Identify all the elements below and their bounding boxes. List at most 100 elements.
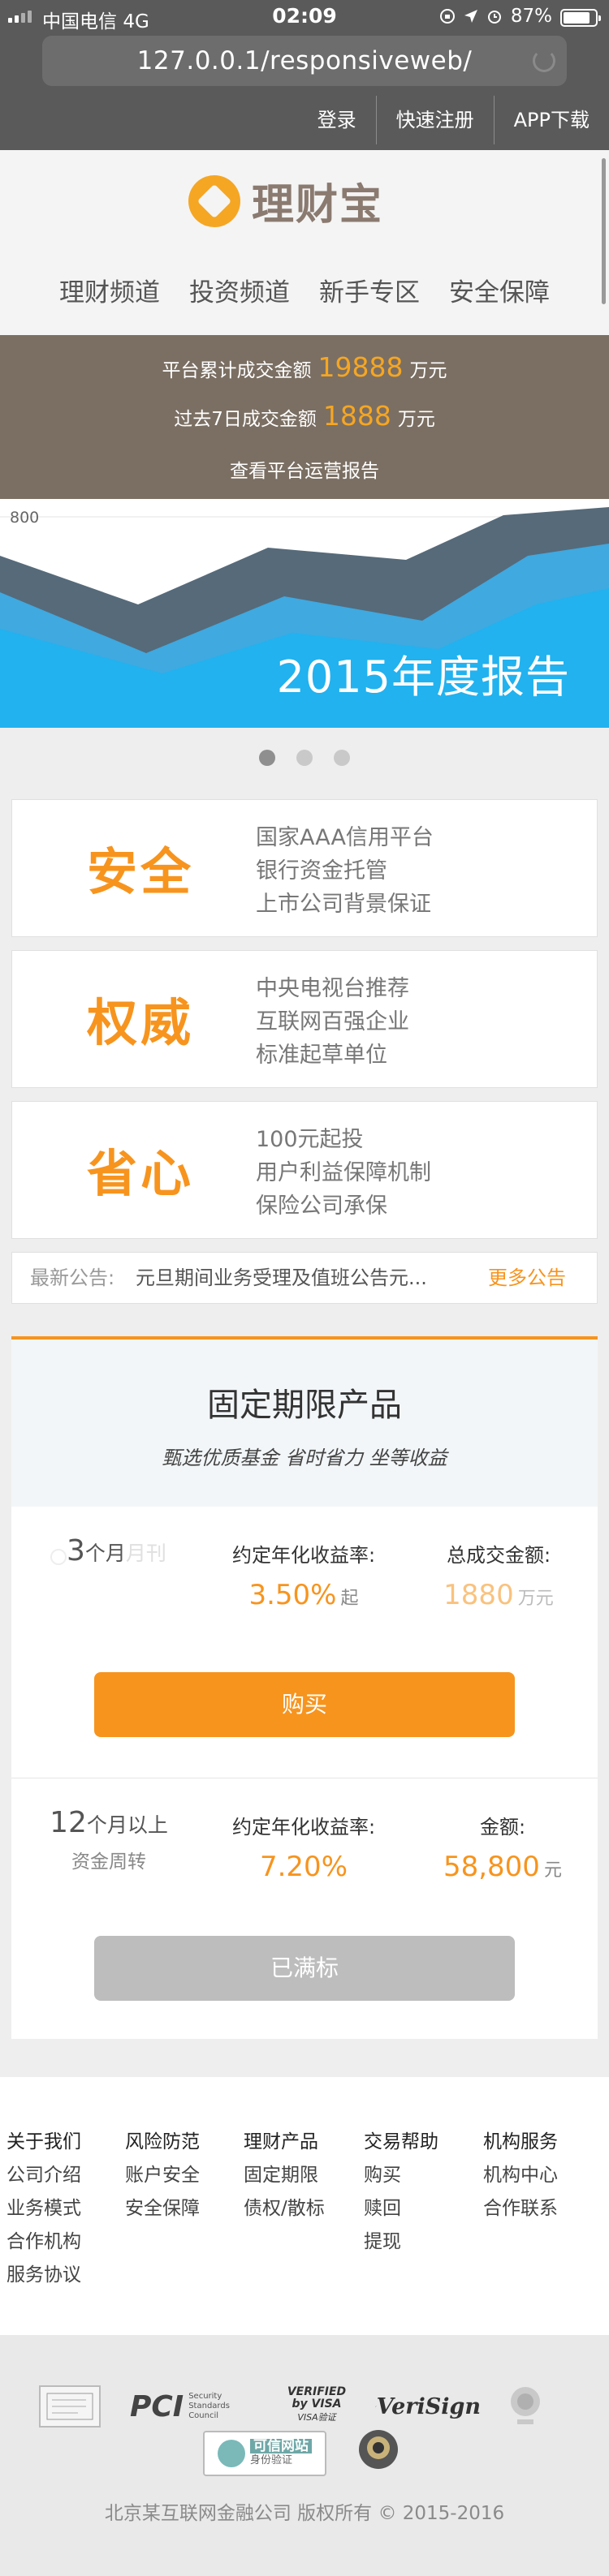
footer-link[interactable]: 合作机构	[6, 2226, 81, 2259]
amount-value: 1880	[443, 1579, 514, 1611]
rotation-lock-icon	[439, 9, 455, 24]
term-ghost-icon	[50, 1548, 67, 1565]
carousel-dots	[0, 750, 609, 766]
product-rate: 约定年化收益率: 3.50% 起	[231, 1544, 376, 1611]
feature-card-worry-free: 省心 100元起投 用户利益保障机制 保险公司承保	[11, 1101, 598, 1239]
feature-item: 上市公司背景保证	[256, 892, 431, 917]
certificate-icon	[46, 2393, 93, 2420]
reload-icon[interactable]	[533, 49, 555, 72]
status-bar: 中国电信 4G 02:09 87%	[0, 0, 609, 36]
sold-out-button[interactable]: 已满标	[94, 1936, 515, 2001]
feature-title: 安全	[87, 842, 195, 901]
footer-column-heading: 机构服务	[483, 2131, 558, 2152]
brand-name: 理财宝	[252, 181, 384, 230]
more-announcements-link[interactable]: 更多公告	[488, 1253, 566, 1303]
total-volume-value: 19888	[317, 351, 404, 383]
platform-stats: 平台累计成交金额 19888 万元 过去7日成交金额 1888 万元 查看平台运营报告	[0, 335, 609, 499]
carousel-dot-2[interactable]	[296, 750, 313, 766]
police-icon	[359, 2430, 398, 2469]
footer-link[interactable]: 赎回	[364, 2192, 438, 2226]
login-link[interactable]: 登录	[298, 96, 376, 144]
footer-link[interactable]: 公司介绍	[6, 2159, 81, 2192]
credible-site-icon	[218, 2440, 245, 2467]
banner-axis-label: 800	[10, 509, 40, 527]
brand-mark-icon	[188, 174, 240, 227]
footer-column-heading: 风险防范	[125, 2131, 200, 2152]
app-download-link[interactable]: APP下载	[493, 96, 609, 144]
products-header: 固定期限产品 甄选优质基金 省时省力 坐等收益	[11, 1340, 598, 1507]
product-amount: 总成交金额: 1880 万元	[443, 1544, 554, 1611]
footer-link[interactable]: 机构中心	[483, 2159, 558, 2192]
police-emblem-icon[interactable]	[505, 2382, 546, 2431]
footer-column-heading: 交易帮助	[364, 2131, 438, 2152]
week-volume: 过去7日成交金额 1888 万元	[174, 400, 435, 432]
nav-item-finance[interactable]: 理财频道	[59, 272, 160, 308]
footer-links: 关于我们 公司介绍 业务模式 合作机构 服务协议 风险防范 账户安全 安全保障 …	[0, 2077, 609, 2335]
credible-site-badge[interactable]: 可信网站 身份验证	[203, 2431, 326, 2476]
buy-button[interactable]: 购买	[94, 1672, 515, 1737]
location-icon	[464, 10, 477, 23]
battery-icon	[560, 9, 601, 27]
footer-link[interactable]: 服务协议	[6, 2259, 81, 2292]
nav-item-invest[interactable]: 投资频道	[189, 272, 290, 308]
feature-item: 银行资金托管	[256, 858, 387, 884]
footer-link[interactable]: 购买	[364, 2159, 438, 2192]
feature-item: 标准起草单位	[256, 1043, 387, 1068]
product-term: 3个月月刊	[50, 1534, 166, 1568]
feature-item: 用户利益保障机制	[256, 1160, 431, 1185]
announcement-label: 最新公告:	[30, 1266, 115, 1289]
report-link[interactable]: 查看平台运营报告	[0, 455, 609, 483]
brand-logo[interactable]: 理财宝	[188, 170, 383, 231]
footer-link[interactable]: 债权/散标	[244, 2192, 325, 2226]
feature-title: 权威	[87, 993, 195, 1052]
verified-by-visa-badge[interactable]: VERIFIED by VISA VISA验证	[284, 2380, 349, 2429]
page-scrollbar[interactable]	[602, 158, 606, 304]
site-footer: PCI Security Standards Council VERIFIED …	[0, 2335, 609, 2576]
report-banner[interactable]: 800 2015年度报告	[0, 499, 609, 728]
feature-card-authority: 权威 中央电视台推荐 互联网百强企业 标准起草单位	[11, 950, 598, 1088]
police-badge-icon[interactable]	[354, 2424, 403, 2478]
rate-value: 3.50%	[248, 1579, 337, 1611]
alarm-icon	[487, 11, 501, 24]
register-link[interactable]: 快速注册	[375, 96, 494, 144]
nav-item-newbie[interactable]: 新手专区	[319, 272, 420, 308]
banner-title: 2015年度报告	[276, 652, 570, 703]
product-rate: 约定年化收益率: 7.20%	[231, 1816, 376, 1883]
nav-item-security[interactable]: 安全保障	[449, 272, 550, 308]
footer-link[interactable]: 合作联系	[483, 2192, 558, 2226]
url-bar[interactable]: 127.0.0.1/responsiveweb/	[42, 36, 567, 86]
feature-item: 国家AAA信用平台	[256, 825, 434, 850]
footer-link[interactable]: 固定期限	[244, 2159, 325, 2192]
announcement-bar: 最新公告: 元旦期间业务受理及值班公告元... 更多公告	[11, 1252, 598, 1304]
main-nav: 理财频道 投资频道 新手专区 安全保障	[0, 272, 609, 308]
products-title: 固定期限产品	[207, 1387, 402, 1424]
announcement-text[interactable]: 元旦期间业务受理及值班公告元...	[136, 1253, 427, 1303]
feature-title: 省心	[87, 1144, 195, 1203]
footer-link[interactable]: 账户安全	[125, 2159, 200, 2192]
url-text: 127.0.0.1/responsiveweb/	[136, 46, 473, 75]
footer-link[interactable]: 安全保障	[125, 2192, 200, 2226]
total-volume: 平台累计成交金额 19888 万元	[162, 351, 447, 383]
carousel-dot-3[interactable]	[334, 750, 350, 766]
copyright-text: 北京某互联网金融公司 版权所有 © 2015-2016	[104, 2503, 505, 2524]
license-certificate-icon[interactable]	[39, 2385, 101, 2428]
top-nav: 登录 快速注册 APP下载	[298, 96, 609, 144]
week-volume-value: 1888	[322, 400, 391, 432]
product-amount: 金额: 58,800 元	[443, 1816, 563, 1883]
amount-value: 58,800	[443, 1851, 540, 1883]
footer-link[interactable]: 业务模式	[6, 2192, 81, 2226]
battery-percent: 87%	[510, 6, 552, 27]
footer-column-institutions: 机构服务 机构中心 合作联系	[483, 2126, 558, 2226]
carousel-dot-1[interactable]	[259, 750, 275, 766]
verisign-badge[interactable]: VeriSign	[375, 2384, 481, 2429]
term-subtitle: 资金周转	[71, 1851, 146, 1873]
fixed-term-products: 固定期限产品 甄选优质基金 省时省力 坐等收益 3个月月刊 约定年化收益率: 3…	[11, 1336, 598, 2039]
feature-item: 保险公司承保	[256, 1193, 387, 1219]
rate-value: 7.20%	[259, 1851, 348, 1883]
pci-badge[interactable]: PCI Security Standards Council	[130, 2384, 260, 2429]
footer-column-heading: 理财产品	[244, 2131, 318, 2152]
product-term: 12个月以上 资金周转	[36, 1806, 182, 1873]
footer-link[interactable]: 提现	[364, 2226, 438, 2259]
site-header: 理财宝 理财频道 投资频道 新手专区 安全保障	[0, 150, 609, 335]
emblem-icon	[511, 2387, 540, 2424]
